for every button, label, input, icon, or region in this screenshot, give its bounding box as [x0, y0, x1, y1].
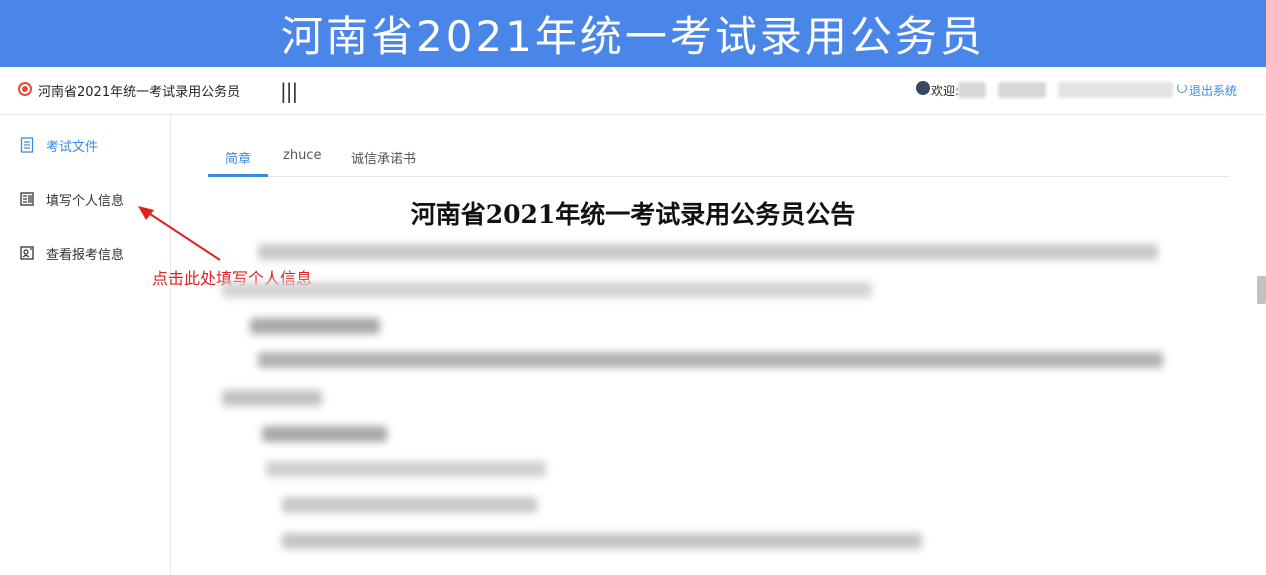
blurred-text-line: [250, 318, 380, 334]
sidebar-item-label: 填写个人信息: [46, 194, 125, 209]
sidebar-item-label: 考试文件: [46, 140, 99, 155]
sidebar-item-label: 查看报考信息: [46, 248, 125, 263]
notice-title: 河南省2021年统一考试录用公务员公告: [410, 200, 856, 229]
logout-link[interactable]: 退出系统: [1189, 82, 1237, 99]
blurred-text-line: [282, 533, 922, 549]
blurred-text-line: [258, 244, 1158, 260]
id-card-icon: [20, 192, 34, 206]
tab-brochure[interactable]: 简章: [225, 148, 251, 167]
redacted-user-info: [1058, 82, 1173, 98]
emblem-icon: [18, 82, 32, 96]
power-icon[interactable]: [1177, 83, 1187, 93]
tab-zhuce[interactable]: zhuce: [283, 148, 321, 163]
top-banner: 河南省2021年统一考试录用公务员: [0, 0, 1266, 67]
site-name: 河南省2021年统一考试录用公务员: [38, 85, 241, 100]
redacted-user-info: [958, 82, 986, 98]
user-icon: [916, 81, 930, 95]
banner-title: 河南省2021年统一考试录用公务员: [281, 12, 985, 61]
sidebar: 考试文件 填写个人信息 查看报考信息: [0, 115, 171, 575]
page: 河南省2021年统一考试录用公务员 河南省2021年统一考试录用公务员 ||| …: [0, 0, 1266, 575]
document-icon: [20, 137, 34, 153]
profile-search-icon: [20, 246, 34, 260]
content-tabs: 简章 zhuce 诚信承诺书: [208, 140, 1229, 177]
blurred-text-line: [262, 426, 387, 442]
blurred-text-line: [258, 352, 1163, 368]
blurred-text-line: [266, 461, 546, 477]
sidebar-item-exam-files[interactable]: 考试文件: [0, 130, 170, 160]
blurred-text-line: [222, 282, 872, 298]
active-tab-indicator: [208, 174, 268, 177]
annotation-arrow: [138, 206, 221, 261]
welcome-label: 欢迎:: [931, 84, 960, 98]
redacted-user-info: [998, 82, 1046, 98]
tab-integrity-pledge[interactable]: 诚信承诺书: [351, 148, 416, 167]
scrollbar-thumb[interactable]: [1257, 276, 1266, 304]
menu-toggle-button[interactable]: |||: [280, 79, 298, 103]
blurred-text-line: [222, 390, 322, 406]
header-bar: 河南省2021年统一考试录用公务员 ||| 欢迎: 退出系统: [0, 67, 1266, 115]
blurred-text-line: [282, 497, 537, 513]
